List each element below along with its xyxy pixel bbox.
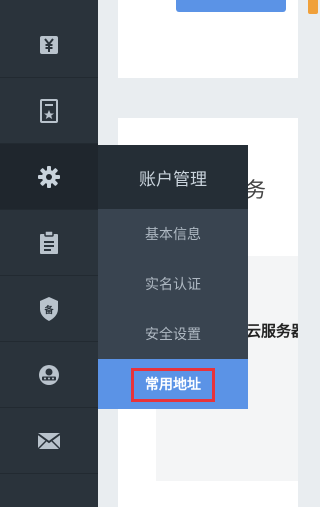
sidebar-item-filing[interactable]: 备 [0,276,98,342]
sidebar-item-orders[interactable] [0,210,98,276]
gear-icon [38,165,60,188]
sidebar-item-settings[interactable] [0,144,98,210]
filing-shield-icon: 备 [40,296,58,321]
page-title: 务 [245,178,266,202]
service-panel-title: 云服务器 [246,322,298,340]
svg-text:备: 备 [43,304,54,316]
support-icon [39,364,59,385]
submenu-item-basic-info[interactable]: 基本信息 [98,209,248,259]
submenu-title[interactable]: 账户管理 [98,145,248,209]
highlight-box [131,368,215,402]
sidebar-item-support[interactable] [0,342,98,408]
sidebar-item-billing[interactable] [0,12,98,78]
account-submenu: 账户管理 基本信息 实名认证 安全设置 常用地址 [98,145,248,409]
sidebar-item-invoice[interactable] [0,78,98,144]
sidebar: 备 [0,0,98,507]
submenu-item-security[interactable]: 安全设置 [98,309,248,359]
yuan-icon [40,35,58,54]
invoice-icon [40,98,58,123]
top-action-button[interactable] [176,0,286,12]
top-card [118,0,318,78]
sidebar-item-messages[interactable] [0,408,98,474]
submenu-item-verification[interactable]: 实名认证 [98,259,248,309]
mail-icon [37,432,61,450]
top-action-button-secondary[interactable] [308,0,318,14]
clipboard-icon [40,229,58,254]
